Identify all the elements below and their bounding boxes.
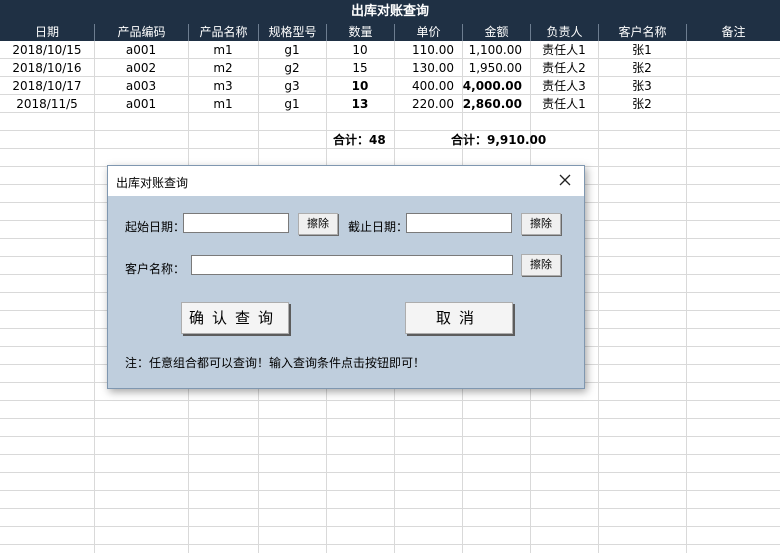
cell-note[interactable] [686,95,780,113]
clear-customer-button[interactable]: 擦除 [521,254,561,276]
cell-note[interactable] [686,41,780,59]
cell-customer[interactable]: 张2 [598,59,686,77]
end-date-input[interactable] [406,213,512,233]
cell-name[interactable]: m2 [188,59,258,77]
cell-owner[interactable]: 责任人1 [530,95,598,113]
confirm-query-button[interactable]: 确认查询 [181,302,289,334]
customer-name-input[interactable] [191,255,513,275]
cell-price[interactable]: 220.00 [394,95,462,113]
cell-name[interactable]: m3 [188,77,258,95]
table-row[interactable]: 2018/10/16 a002 m2 g2 15 130.00 1,950.00… [0,59,780,77]
close-icon[interactable] [556,171,574,189]
cell-amount[interactable]: 2,860.00 [462,95,530,113]
amount-total[interactable]: 合计：9,910.00 [451,131,546,149]
dialog-title: 出库对账查询 [116,176,189,190]
cell-amount[interactable]: 1,950.00 [462,59,530,77]
header-date[interactable]: 日期 [0,24,94,41]
cell-spec[interactable]: g1 [258,41,326,59]
column-divider [598,41,599,553]
header-owner[interactable]: 负责人 [530,24,598,41]
column-divider [686,41,687,553]
header-name[interactable]: 产品名称 [188,24,258,41]
header-spec[interactable]: 规格型号 [258,24,326,41]
cell-code[interactable]: a003 [94,77,188,95]
cancel-button[interactable]: 取消 [405,302,513,334]
table-row[interactable]: 2018/10/17 a003 m3 g3 10 400.00 4,000.00… [0,77,780,95]
header-customer[interactable]: 客户名称 [598,24,686,41]
cell-qty[interactable]: 10 [326,41,394,59]
cell-price[interactable]: 130.00 [394,59,462,77]
column-divider [94,41,95,553]
start-date-label: 起始日期： [125,220,186,234]
cell-customer[interactable]: 张2 [598,95,686,113]
table-row[interactable]: 2018/10/15 a001 m1 g1 10 110.00 1,100.00… [0,41,780,59]
qty-total[interactable]: 合计：48 [333,131,386,149]
cell-spec[interactable]: g3 [258,77,326,95]
cell-customer[interactable]: 张3 [598,77,686,95]
header-note[interactable]: 备注 [686,24,780,41]
dialog-note: 注：任意组合都可以查询！输入查询条件点击按钮即可！ [125,356,426,370]
sheet-title: 出库对账查询 [0,0,780,24]
end-date-label: 截止日期： [348,220,409,234]
cell-customer[interactable]: 张1 [598,41,686,59]
cell-note[interactable] [686,77,780,95]
start-date-input[interactable] [183,213,289,233]
cell-spec[interactable]: g2 [258,59,326,77]
cell-amount[interactable]: 4,000.00 [462,77,530,95]
cell-owner[interactable]: 责任人2 [530,59,598,77]
cell-amount[interactable]: 1,100.00 [462,41,530,59]
cell-qty[interactable]: 15 [326,59,394,77]
cell-owner[interactable]: 责任人1 [530,41,598,59]
cell-name[interactable]: m1 [188,41,258,59]
header-qty[interactable]: 数量 [326,24,394,41]
cell-spec[interactable]: g1 [258,95,326,113]
dialog-titlebar[interactable]: 出库对账查询 [108,166,584,196]
clear-end-date-button[interactable]: 擦除 [521,213,561,235]
cell-date[interactable]: 2018/10/17 [0,77,94,95]
cell-code[interactable]: a001 [94,95,188,113]
cell-date[interactable]: 2018/10/15 [0,41,94,59]
table-row[interactable]: 2018/11/5 a001 m1 g1 13 220.00 2,860.00 … [0,95,780,113]
customer-name-label: 客户名称： [125,262,186,276]
cell-owner[interactable]: 责任人3 [530,77,598,95]
cell-price[interactable]: 110.00 [394,41,462,59]
cell-code[interactable]: a002 [94,59,188,77]
cell-date[interactable]: 2018/11/5 [0,95,94,113]
header-price[interactable]: 单价 [394,24,462,41]
header-row: 日期 产品编码 产品名称 规格型号 数量 单价 金额 负责人 客户名称 备注 [0,24,780,41]
cell-qty[interactable]: 10 [326,77,394,95]
header-amount[interactable]: 金额 [462,24,530,41]
cell-price[interactable]: 400.00 [394,77,462,95]
cell-note[interactable] [686,59,780,77]
cell-qty[interactable]: 13 [326,95,394,113]
clear-start-date-button[interactable]: 擦除 [298,213,338,235]
cell-date[interactable]: 2018/10/16 [0,59,94,77]
query-dialog: 出库对账查询 起始日期： 擦除 截止日期： 擦除 客户名称： 擦除 确认查询 取… [107,165,585,389]
cell-name[interactable]: m1 [188,95,258,113]
header-code[interactable]: 产品编码 [94,24,188,41]
cell-code[interactable]: a001 [94,41,188,59]
